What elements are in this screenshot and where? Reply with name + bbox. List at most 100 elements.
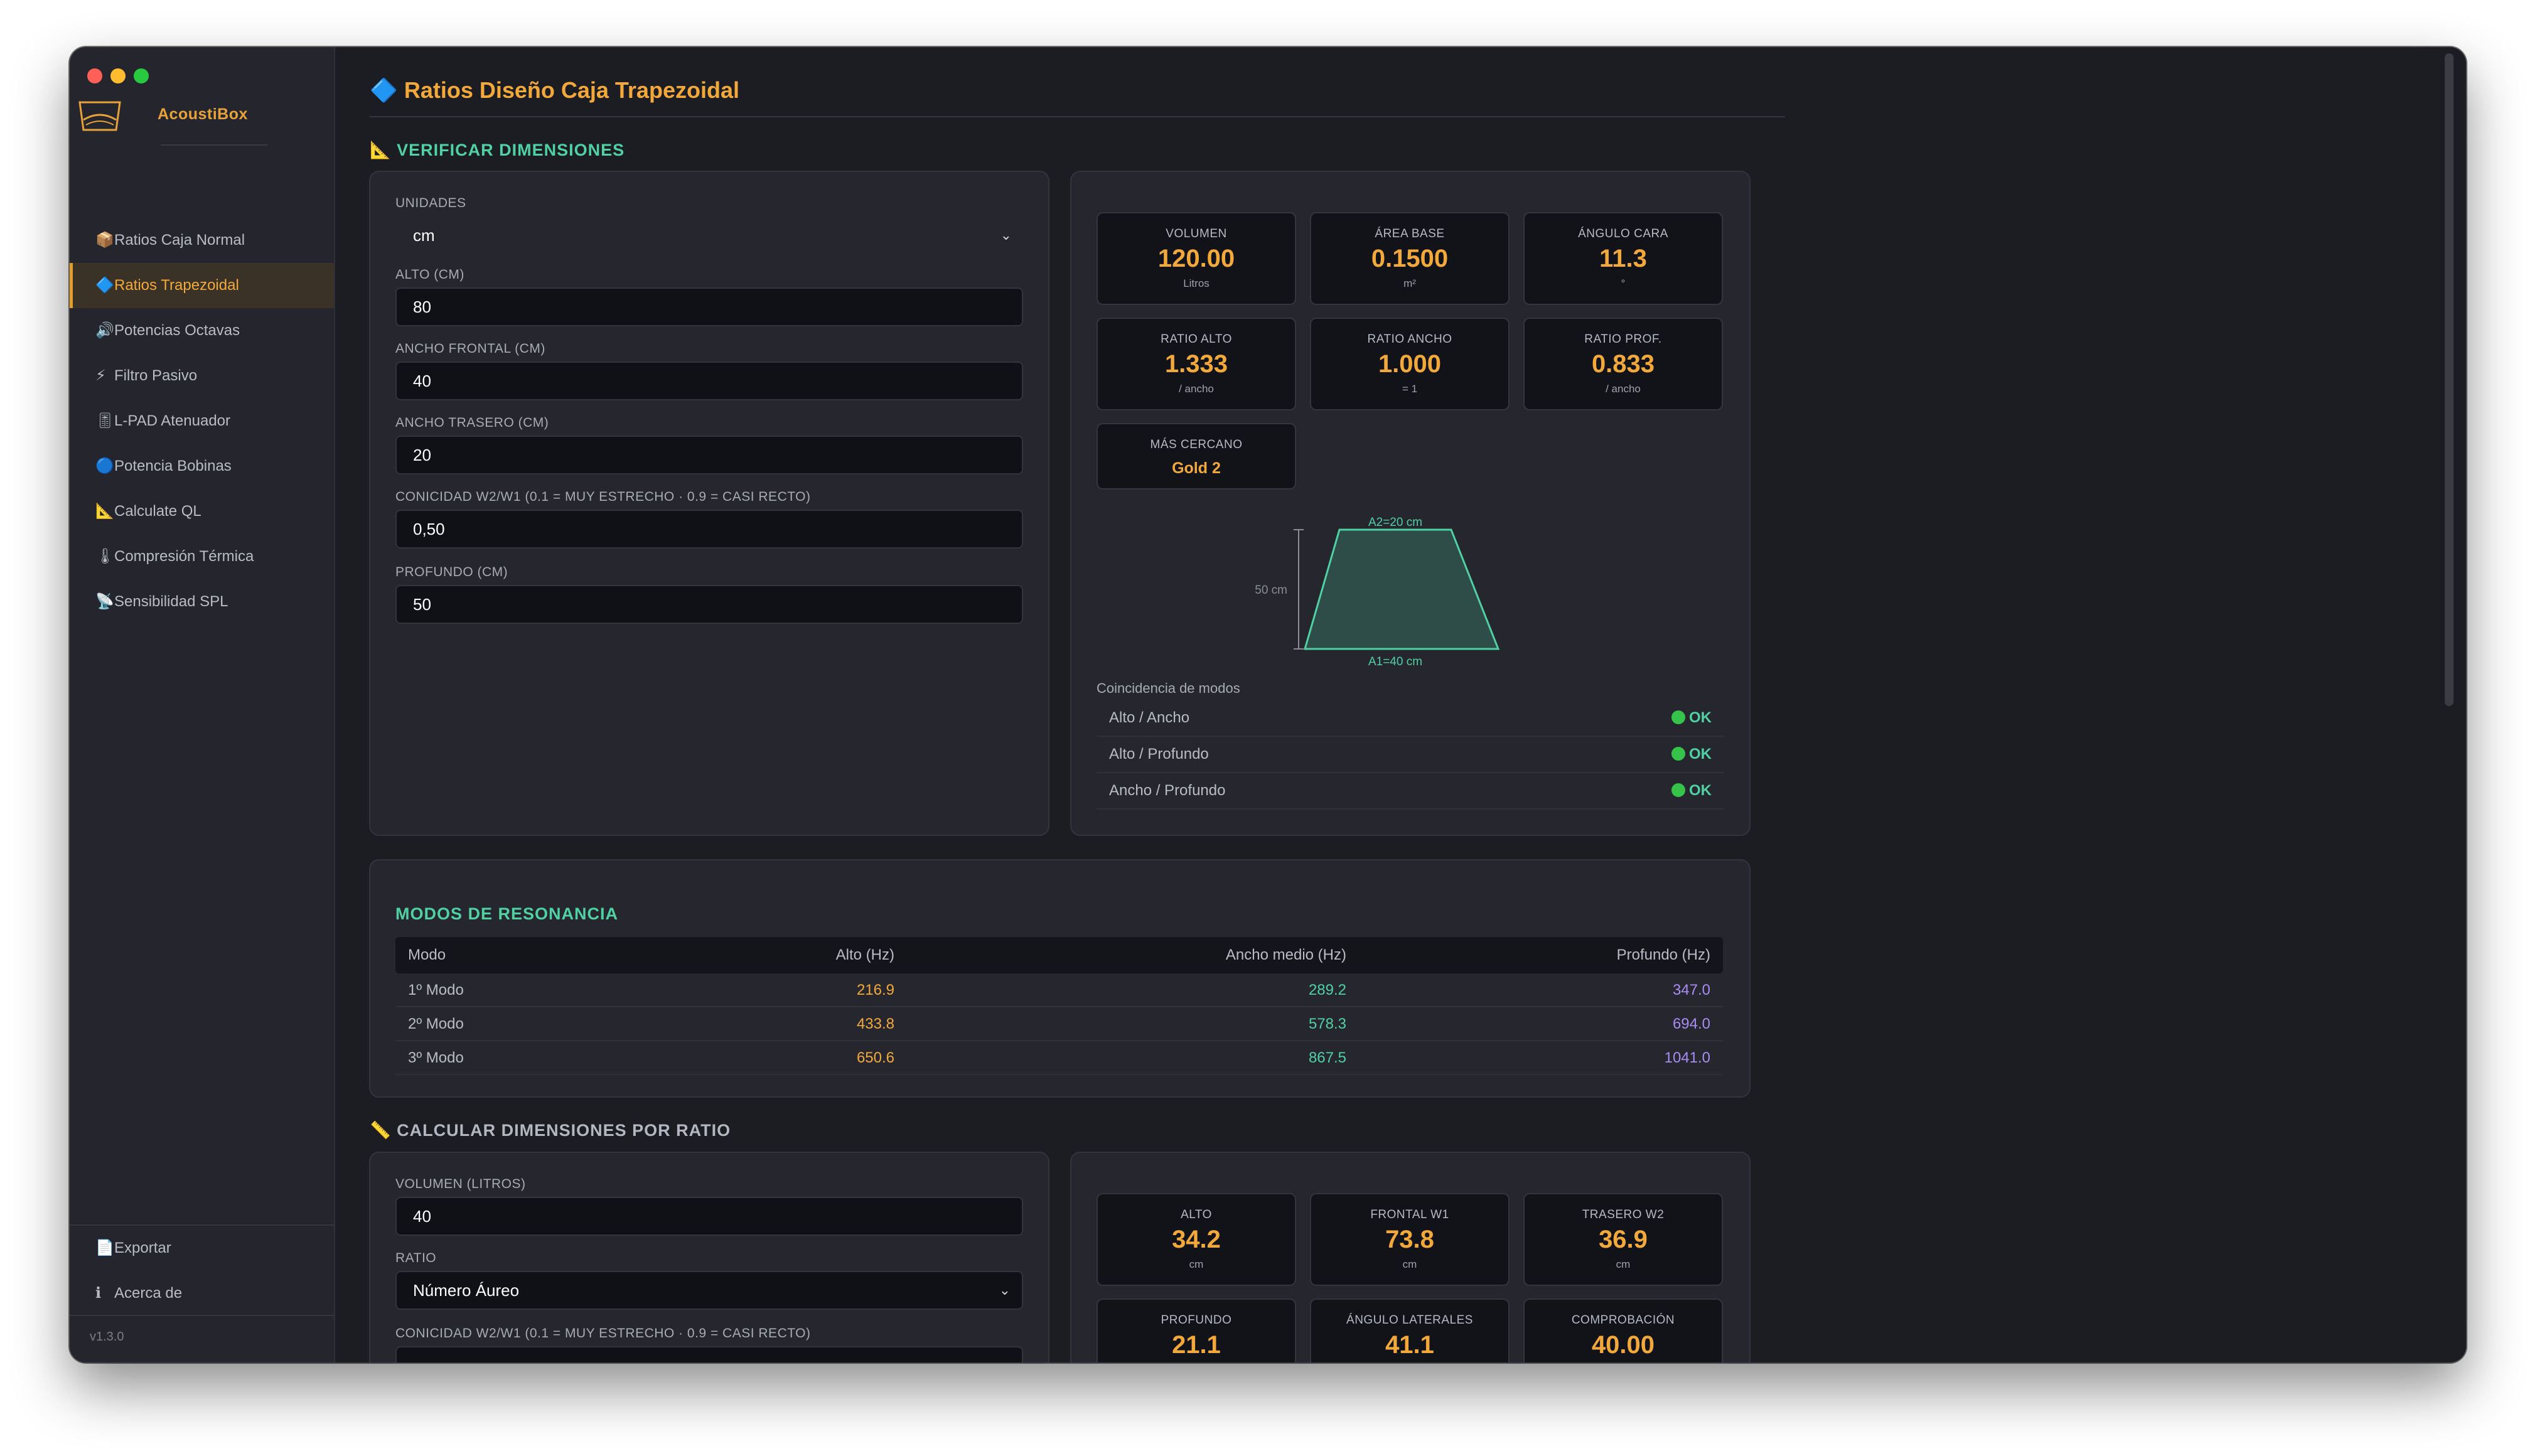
height-label: 50 cm (1255, 584, 1287, 597)
volumen-label: VOLUMEN (LITROS) (395, 1177, 526, 1191)
metric-value: 0.1500 (1371, 245, 1449, 272)
metric-volumen: VOLUMEN 120.00 Litros (1097, 212, 1296, 305)
speaker-icon: 🔊 (95, 322, 114, 339)
alto-label: ALTO (CM) (395, 267, 464, 282)
profundo-input[interactable]: 50 (395, 585, 1023, 624)
conicidad-label: CONICIDAD W2/W1 (0.1 = MUY ESTRECHO · 0.… (395, 1326, 811, 1341)
maximize-window-button[interactable] (134, 68, 149, 83)
sidebar-item-compresion-termica[interactable]: 🌡Compresión Térmica (70, 534, 334, 579)
cell-alto: 650.6 (856, 1049, 894, 1066)
thermometer-icon: 🌡 (95, 548, 115, 565)
cell-profundo: 694.0 (1672, 1015, 1710, 1032)
metric-unit: = 1 (1402, 383, 1418, 395)
cell-ancho: 867.5 (1308, 1049, 1346, 1066)
sidebar-item-label: Compresión Térmica (114, 548, 254, 565)
profundo-label: PROFUNDO (CM) (395, 565, 508, 579)
sidebar-item-ratios-trapezoidal[interactable]: 🔷Ratios Trapezoidal (70, 263, 334, 308)
metric-label: RATIO PROF. (1584, 333, 1662, 346)
sidebar-item-label: Filtro Pasivo (114, 367, 198, 384)
cell-ancho: 289.2 (1308, 982, 1346, 998)
close-window-button[interactable] (87, 68, 102, 83)
cell-profundo: 1041.0 (1664, 1049, 1710, 1066)
metric-area-base: ÁREA BASE 0.1500 m² (1310, 212, 1510, 305)
divider (161, 144, 267, 146)
status-text: OK (1689, 709, 1712, 726)
sidebar-item-acerca-de[interactable]: ℹ Acerca de (70, 1271, 334, 1316)
conicidad-input[interactable]: 0,50 (395, 510, 1023, 549)
minimize-window-button[interactable] (110, 68, 126, 83)
cell-profundo: 347.0 (1672, 982, 1710, 998)
column-header: Modo (408, 946, 446, 963)
metric-label: TRASERO W2 (1582, 1208, 1665, 1221)
metric-label: FRONTAL W1 (1370, 1208, 1449, 1221)
table-row: 1º Modo 216.9 289.2 347.0 (395, 973, 1723, 1007)
metric-value: 1.000 (1378, 350, 1442, 378)
cell-modo: 3º Modo (408, 1049, 464, 1066)
sidebar-item-exportar[interactable]: 📄Exportar (70, 1226, 334, 1271)
metric-angulo-cara: ÁNGULO CARA 11.3 ° (1523, 212, 1723, 305)
sidebar-item-potencias-octavas[interactable]: 🔊Potencias Octavas (70, 308, 334, 353)
triangle-ruler-icon: 📐 (95, 503, 114, 520)
bottom-width-label: A1=40 cm (1368, 655, 1422, 668)
green-dot-icon (1671, 747, 1685, 761)
sidebar-item-ratios-caja-normal[interactable]: 📦Ratios Caja Normal (70, 218, 334, 263)
metric-trasero-w2: TRASERO W2 36.9 cm (1523, 1193, 1723, 1286)
sidebar-item-sensibilidad-spl[interactable]: 📡Sensibilidad SPL (70, 579, 334, 624)
metric-unit: m² (1403, 277, 1416, 289)
metric-label: ÁREA BASE (1375, 227, 1445, 240)
metric-value: 73.8 (1385, 1226, 1434, 1253)
green-dot-icon (1671, 710, 1685, 724)
metric-label: ÁNGULO CARA (1578, 227, 1668, 240)
ancho-trasero-input[interactable]: 20 (395, 436, 1023, 474)
ancho-frontal-label: ANCHO FRONTAL (CM) (395, 341, 545, 356)
metric-ratio-ancho: RATIO ANCHO 1.000 = 1 (1310, 318, 1510, 410)
cell-ancho: 578.3 (1308, 1015, 1346, 1032)
ratio-select[interactable]: Número Áureo ⌄ (395, 1271, 1023, 1310)
app-window: AcoustiBox 📦Ratios Caja Normal 🔷Ratios T… (70, 47, 2466, 1362)
cell-modo: 1º Modo (408, 982, 464, 998)
calculate-form-card: VOLUMEN (LITROS) 40 RATIO Número Áureo ⌄… (369, 1152, 1049, 1362)
metric-ratio-alto: RATIO ALTO 1.333 / ancho (1097, 318, 1296, 410)
cell-alto: 433.8 (856, 1015, 894, 1032)
metric-frontal-w1: FRONTAL W1 73.8 cm (1310, 1193, 1510, 1286)
metric-comprobacion: COMPROBACIÓN 40.00 (1523, 1298, 1723, 1362)
green-dot-icon (1671, 783, 1685, 797)
sidebar-item-potencia-bobinas[interactable]: 🔵Potencia Bobinas (70, 444, 334, 489)
ruler-icon: 📏 (370, 1121, 392, 1140)
check-label: Ancho / Profundo (1109, 782, 1226, 799)
trapezoid-shape (1304, 528, 1500, 650)
alto-input[interactable]: 80 (395, 287, 1023, 326)
sidebar-item-filtro-pasivo[interactable]: ⚡ Filtro Pasivo (70, 353, 334, 399)
conicidad-label: CONICIDAD W2/W1 (0.1 = MUY ESTRECHO · 0.… (395, 490, 811, 504)
divider (370, 116, 1785, 117)
main-content: 🔷 Ratios Diseño Caja Trapezoidal 📐 VERIFI… (335, 47, 2466, 1362)
chevron-down-icon: ⌄ (999, 1282, 1011, 1298)
metric-unit: cm (1616, 1258, 1631, 1270)
scrollbar[interactable] (2445, 53, 2454, 706)
conicidad-input[interactable] (395, 1346, 1023, 1362)
units-select-value: cm (413, 226, 435, 245)
top-width-label: A2=20 cm (1368, 516, 1422, 529)
sidebar-item-lpad-atenuador[interactable]: 🎚L-PAD Atenuador (70, 399, 334, 444)
section-title-calcular: 📏 CALCULAR DIMENSIONES POR RATIO (370, 1120, 731, 1140)
metric-unit: / ancho (1606, 383, 1641, 395)
document-icon: 📄 (95, 1239, 114, 1256)
sidebar-item-calculate-ql[interactable]: 📐Calculate QL (70, 489, 334, 534)
status-badge: OK (1671, 782, 1712, 800)
status-badge: OK (1671, 709, 1712, 727)
status-badge: OK (1671, 746, 1712, 763)
page-title: 🔷 Ratios Diseño Caja Trapezoidal (370, 77, 739, 104)
section-title-text: CALCULAR DIMENSIONES POR RATIO (397, 1121, 731, 1140)
metric-label: PROFUNDO (1161, 1314, 1232, 1327)
column-header: Ancho medio (Hz) (1225, 946, 1346, 963)
metric-angulo-laterales: ÁNGULO LATERALES 41.1 (1310, 1298, 1510, 1362)
metric-value: 1.333 (1164, 350, 1228, 378)
ancho-frontal-input[interactable]: 40 (395, 361, 1023, 400)
blue-circle-icon: 🔵 (95, 458, 114, 474)
calculate-results-card: ALTO 34.2 cm FRONTAL W1 73.8 cm TRASERO … (1070, 1152, 1751, 1362)
volumen-input[interactable]: 40 (395, 1197, 1023, 1236)
column-header: Alto (Hz) (835, 946, 894, 963)
units-select[interactable]: cm ⌄ (395, 216, 1023, 255)
metric-label: RATIO ALTO (1161, 333, 1232, 346)
trapezoid-diagram: A2=20 cm A1=40 cm 50 cm (1255, 516, 1500, 668)
